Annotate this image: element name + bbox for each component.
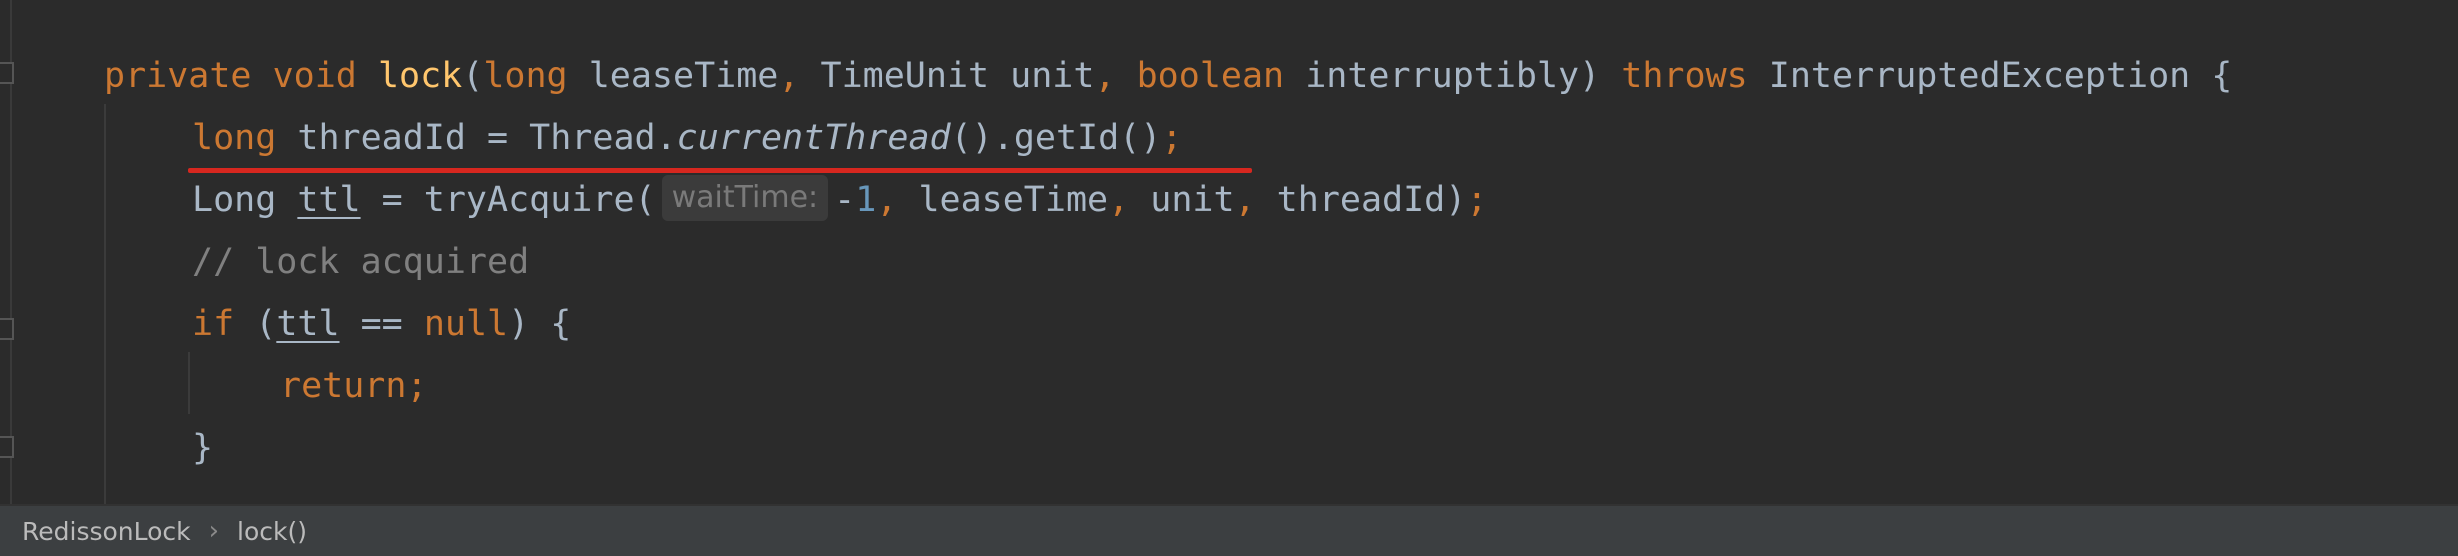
code-token: // lock acquired	[192, 242, 530, 282]
code-token: ==	[339, 304, 424, 344]
code-line-3[interactable]: Long ttl = tryAcquire(waitTime: -1, lease…	[192, 169, 1487, 231]
indent-guide	[188, 352, 190, 414]
code-token: ,	[1234, 180, 1256, 220]
code-token: private	[104, 56, 252, 96]
breadcrumb-item-method[interactable]: lock()	[237, 517, 307, 546]
code-token: }	[192, 428, 214, 468]
code-token: InterruptedException {	[1747, 56, 2233, 96]
code-token: threadId)	[1255, 180, 1467, 220]
code-token: currentThread	[676, 118, 951, 158]
code-line-5[interactable]: if (ttl == null) {	[192, 293, 571, 355]
indent-guide	[104, 104, 106, 504]
code-token: long	[483, 56, 568, 96]
code-token: ,	[1108, 180, 1130, 220]
fold-marker-icon[interactable]	[0, 62, 14, 84]
code-token: void	[272, 56, 357, 96]
breadcrumb-bar: RedissonLock › lock()	[0, 504, 2458, 556]
error-underline	[188, 168, 1252, 173]
code-token: (	[234, 304, 277, 344]
code-token: long	[192, 118, 277, 158]
code-token: if	[192, 304, 235, 344]
code-token: leaseTime	[567, 56, 779, 96]
code-line-2[interactable]: long threadId = Thread.currentThread().g…	[192, 107, 1182, 169]
code-line-1[interactable]: private void lock(long leaseTime, TimeUn…	[104, 45, 2232, 107]
code-token: ;	[1466, 180, 1488, 220]
code-line-7[interactable]: }	[192, 417, 213, 479]
code-token: boolean	[1136, 56, 1285, 96]
code-token: ttl	[297, 180, 361, 220]
code-token: return;	[280, 366, 428, 406]
code-token: lock	[377, 56, 463, 96]
code-token: (	[462, 56, 484, 96]
code-token: Long	[192, 180, 298, 220]
code-token: unit	[1129, 180, 1235, 220]
fold-marker-icon[interactable]	[0, 318, 14, 340]
code-token: threadId = Thread.	[276, 118, 677, 158]
chevron-right-icon: ›	[208, 516, 220, 546]
code-token: = tryAcquire(	[360, 180, 656, 220]
code-token: ().getId()	[950, 118, 1162, 158]
fold-marker-icon[interactable]	[0, 436, 14, 458]
code-editor[interactable]: private void lock(long leaseTime, TimeUn…	[0, 0, 2458, 504]
code-token: interruptibly)	[1284, 56, 1622, 96]
code-token: throws	[1621, 56, 1748, 96]
breadcrumb-item-class[interactable]: RedissonLock	[22, 517, 191, 546]
code-line-6[interactable]: return;	[280, 355, 428, 417]
code-token: leaseTime	[897, 180, 1109, 220]
parameter-hint: waitTime:	[661, 175, 829, 221]
code-token: ) {	[508, 304, 572, 344]
code-token: ,	[876, 180, 898, 220]
code-token: ;	[1161, 118, 1183, 158]
code-token: -	[834, 180, 856, 220]
code-token: 1	[855, 180, 877, 220]
code-token: ttl	[276, 304, 340, 344]
code-line-4[interactable]: // lock acquired	[192, 231, 529, 293]
code-token: ,	[1094, 56, 1116, 96]
code-token: ,	[778, 56, 800, 96]
code-token: null	[423, 304, 509, 344]
code-token: TimeUnit unit	[799, 56, 1095, 96]
